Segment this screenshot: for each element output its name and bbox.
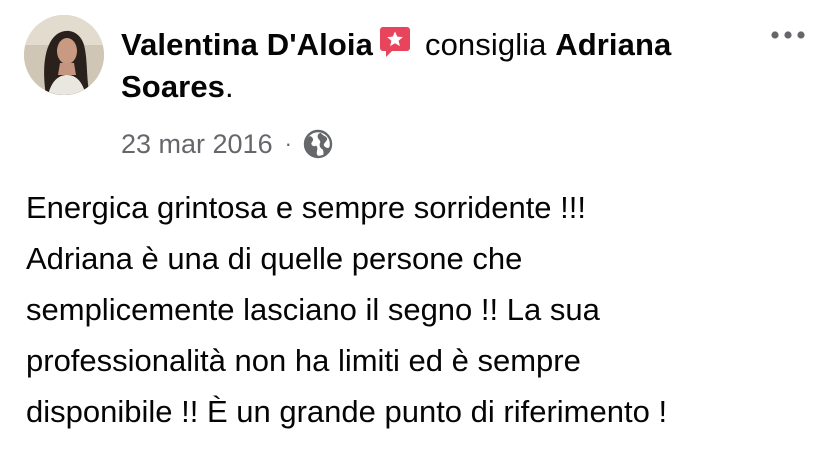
header-period: .	[225, 69, 234, 104]
recommendation-badge-icon	[379, 24, 411, 58]
more-options-icon	[771, 31, 805, 39]
recommendation-post: Valentina D'Aloia consiglia Adriana Soare…	[0, 0, 828, 451]
post-date[interactable]: 23 mar 2016	[121, 129, 273, 160]
avatar-photo	[24, 15, 104, 95]
author-name[interactable]: Valentina D'Aloia	[121, 27, 373, 62]
action-verb: consiglia	[424, 27, 547, 62]
post-body-text: Energica grintosa e sempre sorridente !!…	[26, 190, 668, 429]
globe-icon[interactable]	[302, 128, 334, 160]
meta-separator: ·	[284, 131, 292, 156]
more-options-button[interactable]	[768, 24, 808, 46]
author-avatar[interactable]	[24, 15, 104, 95]
post-header: Valentina D'Aloia consiglia Adriana Soare…	[121, 24, 761, 108]
post-meta: 23 mar 2016 ·	[121, 124, 334, 164]
